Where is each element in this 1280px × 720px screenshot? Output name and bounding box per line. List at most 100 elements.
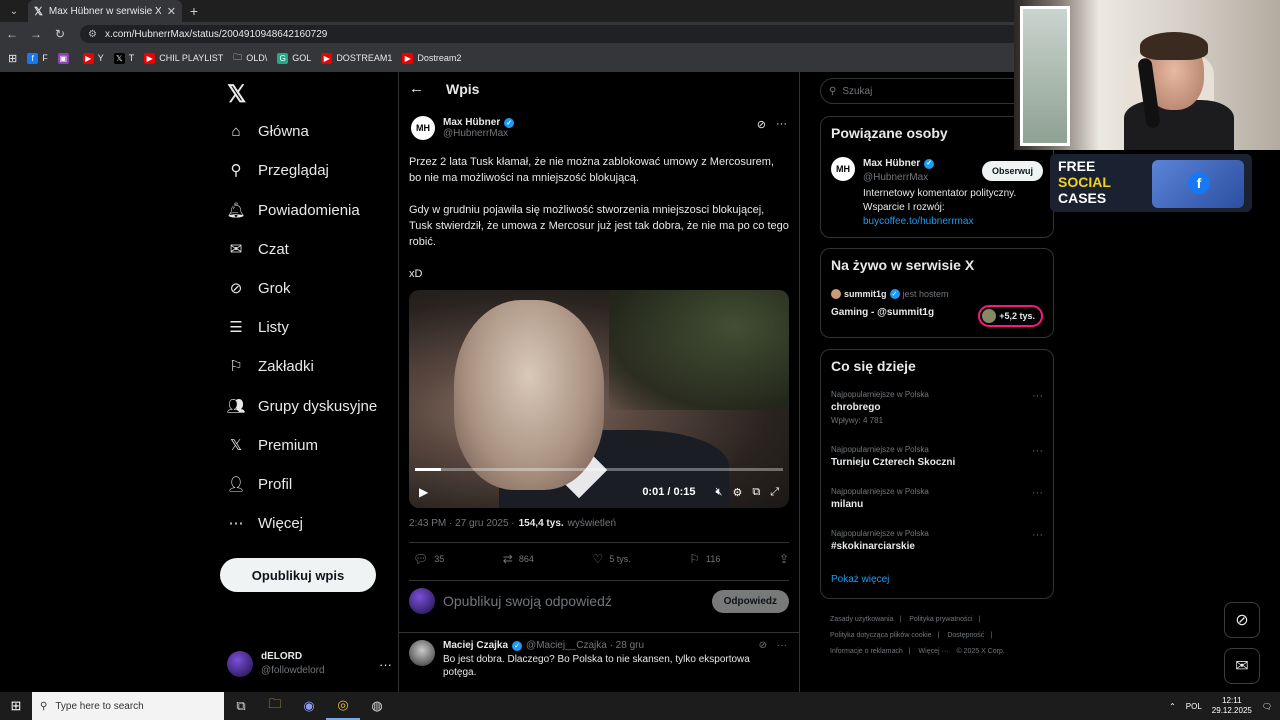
nav-lists[interactable]: ☰ Listy	[227, 318, 289, 337]
post-timestamp[interactable]: 2:43 PM · 27 gru 2025 ·	[409, 518, 515, 529]
forward-button[interactable]: →	[24, 27, 48, 41]
webcam-overlay	[1014, 0, 1280, 150]
file-explorer-icon[interactable]: 🗀	[258, 692, 292, 720]
more-icon[interactable]: ···	[1032, 487, 1043, 499]
grok-icon[interactable]: ⊘	[759, 640, 767, 651]
bookmark-button[interactable]: ⚐ 116	[689, 552, 720, 566]
new-tab-button[interactable]: +	[182, 3, 206, 19]
share-button[interactable]: ⇪	[779, 552, 789, 566]
trend-item[interactable]: Najpopularniejsze w Polska milanu ···	[831, 487, 1045, 510]
bio-link[interactable]: buycoffee.to/hubnerrmax	[863, 215, 1045, 229]
settings-icon[interactable]: ⚙	[732, 486, 742, 499]
nav-premium[interactable]: 𝕏 Premium	[227, 436, 318, 455]
tray-chevron-icon[interactable]: ⌃	[1169, 702, 1176, 711]
footer-link[interactable]: Więcej ···	[919, 648, 949, 655]
pip-icon[interactable]: ⧉	[752, 486, 760, 499]
more-icon[interactable]: ···	[777, 640, 787, 651]
windows-start-icon[interactable]: ⊞	[0, 692, 32, 720]
close-tab-icon[interactable]: ✕	[167, 5, 176, 18]
nav-grok[interactable]: ⊘ Grok	[227, 279, 291, 298]
author-name[interactable]: Max Hübner	[443, 117, 500, 128]
nav-chat[interactable]: ✉ Czat	[227, 240, 289, 259]
url-bar[interactable]: ⚙ x.com/HubnerrMax/status/20049109486421…	[80, 25, 1020, 43]
footer-link[interactable]: Polityka prywatności	[909, 616, 972, 623]
grok-icon[interactable]: ⊘	[757, 118, 766, 131]
footer-link[interactable]: Informacje o reklamach	[830, 648, 903, 655]
bookmark-item[interactable]: ▶ CHIL PLAYLIST	[144, 52, 223, 64]
live-listeners-badge[interactable]: +5,2 tys.	[978, 305, 1043, 327]
play-icon[interactable]: ▶	[419, 485, 428, 499]
more-icon[interactable]: ···	[1032, 390, 1043, 402]
reply-post[interactable]: Maciej Czajka ✓ @Maciej__Czajka · 28 gru…	[409, 640, 789, 679]
bookmark-item[interactable]: ▣	[57, 52, 73, 64]
chrome-icon[interactable]: ◎	[326, 692, 360, 720]
trend-item[interactable]: Najpopularniejsze w Polska chrobrego Wpł…	[831, 390, 1045, 425]
reply-input[interactable]: Opublikuj swoją odpowiedź	[443, 593, 612, 609]
post-author[interactable]: MH Max Hübner ✓ @HubnerrMax	[411, 116, 515, 140]
bookmark-item[interactable]: ▶ Dostream2	[402, 52, 461, 64]
nav-notifications[interactable]: 🔔︎ Powiadomienia	[226, 201, 359, 220]
video-player[interactable]: ▶ 0:01 / 0:15 🔇︎ ⚙ ⧉ ⤢	[409, 290, 789, 508]
verified-badge-icon: ✓	[504, 117, 515, 128]
trend-item[interactable]: Najpopularniejsze w Polska #skokinarciar…	[831, 529, 1045, 552]
obs-icon[interactable]: ◍	[360, 692, 394, 720]
like-button[interactable]: ♡ 5 tys.	[592, 552, 630, 566]
bookmark-item[interactable]: fF	[27, 52, 48, 64]
show-more-link[interactable]: Pokaż więcej	[831, 574, 889, 585]
messages-fab-button[interactable]: ✉	[1224, 648, 1260, 684]
more-icon[interactable]: ···	[1032, 529, 1043, 541]
live-title[interactable]: Gaming - @summit1g	[831, 307, 934, 318]
task-view-icon[interactable]: ⧉	[224, 692, 258, 720]
author-handle[interactable]: @HubnerrMax	[443, 128, 514, 139]
avatar[interactable]: MH	[411, 116, 435, 140]
reply-icon: 💬︎	[413, 552, 429, 566]
live-host[interactable]: summit1g ✓ jest hostem	[831, 289, 949, 299]
bookmark-item[interactable]: G GOL	[277, 52, 311, 64]
post-button[interactable]: Opublikuj wpis	[220, 558, 376, 592]
nav-home[interactable]: ⌂ Główna	[227, 122, 308, 140]
account-switcher[interactable]: dELORD @followdelord ···	[227, 648, 392, 680]
tab-search-button[interactable]: ⌄	[0, 0, 28, 22]
nav-communities[interactable]: 👥︎ Grupy dyskusyjne	[226, 397, 377, 416]
site-info-icon[interactable]: ⚙	[88, 29, 97, 40]
footer-link[interactable]: Polityka dotycząca plików cookie	[830, 632, 932, 639]
footer-link[interactable]: Dostępność	[947, 632, 984, 639]
bookmark-item[interactable]: ▶ DOSTREAM1	[321, 52, 392, 64]
mute-icon[interactable]: 🔇︎	[716, 486, 723, 499]
nav-explore[interactable]: ⚲ Przeglądaj	[227, 161, 329, 180]
avatar[interactable]: MH	[831, 157, 855, 181]
language-indicator[interactable]: POL	[1186, 702, 1202, 711]
follow-button[interactable]: Obserwuj	[981, 161, 1043, 181]
trend-item[interactable]: Najpopularniejsze w Polska Turnieju Czte…	[831, 445, 1045, 468]
bookmark-item[interactable]: 𝕏T	[113, 52, 134, 64]
nav-profile[interactable]: 👤︎ Profil	[226, 475, 292, 494]
nav-more[interactable]: ⋯ Więcej	[227, 514, 304, 533]
footer-link[interactable]: Zasady użytkowania	[830, 616, 893, 623]
browser-tab[interactable]: 𝕏 Max Hübner w serwisie X: „Prze ✕	[28, 0, 182, 22]
footer-links: Zasady użytkowania | Polityka prywatności…	[830, 616, 1005, 655]
more-icon[interactable]: ···	[1032, 445, 1043, 457]
more-icon[interactable]: ···	[776, 118, 787, 131]
discord-icon[interactable]: ◉	[292, 692, 326, 720]
reply-author-name[interactable]: Maciej Czajka	[443, 640, 508, 651]
grok-fab-button[interactable]: ⊘	[1224, 602, 1260, 638]
back-button[interactable]: ←	[0, 27, 24, 41]
nav-bookmarks[interactable]: ⚐ Zakładki	[227, 357, 314, 376]
bookmark-item[interactable]: ▶ Y	[82, 52, 104, 64]
reply-submit-button[interactable]: Odpowiedz	[711, 589, 789, 613]
clock[interactable]: 12:11 29.12.2025	[1212, 696, 1252, 716]
repost-button[interactable]: ⇄ 864	[503, 552, 534, 566]
taskbar-search-input[interactable]: ⚲ Type here to search	[32, 692, 224, 720]
reply-button[interactable]: 💬︎ 35	[413, 552, 444, 566]
notification-icon[interactable]: 🗨︎	[1262, 702, 1272, 711]
x-logo-icon[interactable]: 𝕏	[227, 80, 246, 109]
apps-icon[interactable]: ⊞	[8, 52, 17, 65]
fullscreen-icon[interactable]: ⤢	[770, 486, 779, 499]
reload-button[interactable]: ↻	[48, 27, 72, 41]
avatar[interactable]	[409, 640, 435, 666]
heart-icon: ♡	[592, 552, 604, 566]
video-progress-bar[interactable]	[415, 468, 783, 471]
bookmark-folder[interactable]: 🗀 OLD\	[233, 50, 267, 66]
back-arrow-icon[interactable]: ←	[409, 80, 424, 97]
post-top-actions: ⊘ ···	[757, 118, 787, 131]
